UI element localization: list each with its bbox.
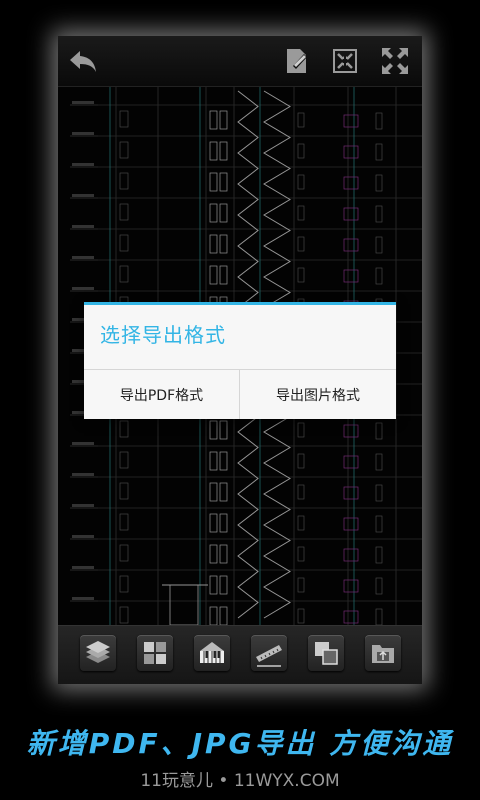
export-image-button[interactable]: 导出图片格式 xyxy=(240,370,396,419)
watermark-text: 11玩意儿 • 11WYX.COM xyxy=(140,771,340,791)
folder-icon[interactable] xyxy=(365,635,401,671)
layout-icon[interactable] xyxy=(137,635,173,671)
bottom-toolbar xyxy=(58,625,422,684)
dialog-title: 选择导出格式 xyxy=(100,323,226,347)
top-toolbar xyxy=(58,36,422,87)
piano-keys-icon[interactable] xyxy=(194,635,230,671)
copy-paste-icon[interactable] xyxy=(308,635,344,671)
promo-caption: 新增PDF、JPG导出 方便沟通 xyxy=(26,727,454,760)
export-format-dialog: 选择导出格式 导出PDF格式 导出图片格式 xyxy=(84,302,396,419)
layers-icon[interactable] xyxy=(80,635,116,671)
back-arrow-icon[interactable] xyxy=(66,44,100,78)
export-pdf-button[interactable]: 导出PDF格式 xyxy=(84,370,240,419)
measure-ruler-icon[interactable] xyxy=(251,635,287,671)
fullscreen-icon[interactable] xyxy=(378,44,412,78)
fit-screen-icon[interactable] xyxy=(328,44,362,78)
export-document-icon[interactable] xyxy=(280,44,314,78)
